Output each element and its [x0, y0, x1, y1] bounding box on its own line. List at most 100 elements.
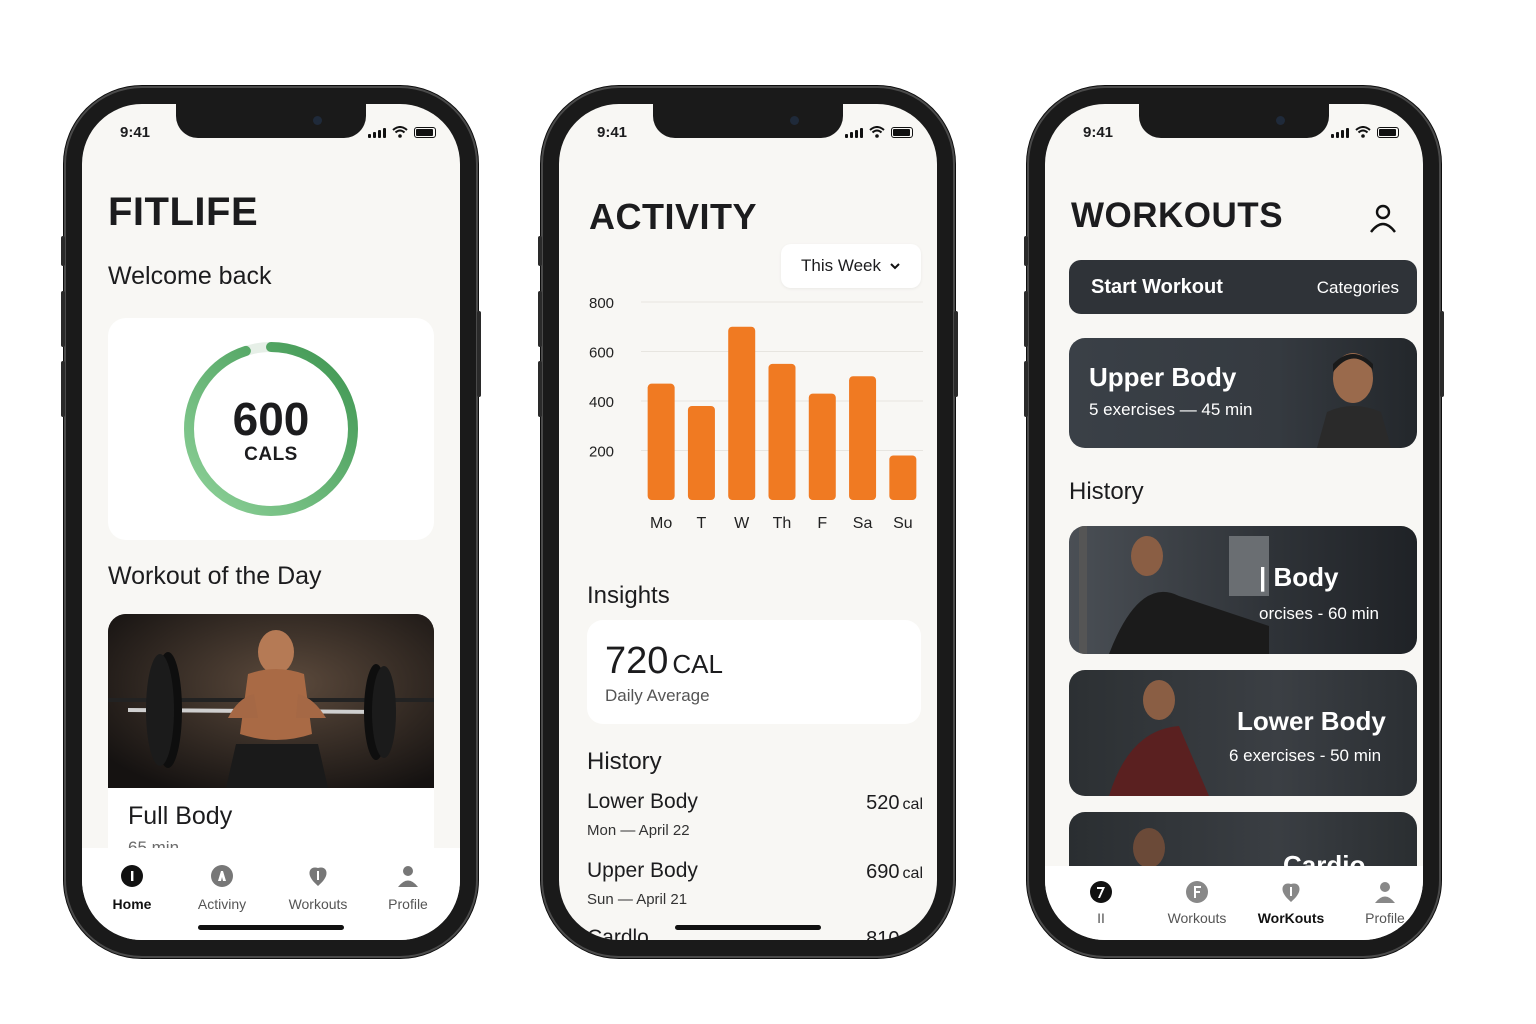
history-card[interactable]: | Body orcises - 60 min [1069, 526, 1417, 654]
history-card-subtitle: orcises - 60 min [1259, 604, 1379, 623]
tab-workouts[interactable]: Workouts [272, 864, 364, 912]
status-time: 9:41 [1083, 124, 1114, 141]
start-workout-button[interactable]: Start Workout [1091, 276, 1223, 299]
tab-home[interactable]: II [1055, 880, 1147, 926]
featured-workout-photo [1317, 353, 1391, 448]
history-card-subtitle: 6 exercises - 50 min [1229, 746, 1382, 765]
chart-xtick-label: Th [773, 515, 792, 532]
chart-bar-t[interactable] [687, 405, 715, 500]
tab-profile[interactable]: Profile [362, 864, 454, 912]
chart-xtick-label: Su [893, 515, 913, 532]
wod-photo [108, 614, 434, 788]
app-title: FITLIFE [108, 190, 259, 234]
featured-workout-card[interactable]: Upper Body 5 exercises — 45 min [1069, 338, 1417, 448]
welcome-text: Welcome back [108, 262, 272, 290]
workouts-icon [309, 867, 327, 886]
tab-profile[interactable]: Profile [1339, 880, 1423, 926]
tab-workouts-label: WorKouts [1257, 910, 1325, 926]
tab-activity-label: Activiny [197, 896, 247, 912]
chart-xtick-label: T [697, 515, 707, 532]
history-cal: 810 [866, 928, 900, 940]
tab-activity[interactable]: Activiny [176, 864, 268, 912]
tab-workouts-alt[interactable]: Workouts [1151, 880, 1243, 926]
history-row[interactable]: Lower Body Mon — April 22 520 cal [587, 790, 923, 839]
phone-workouts: 9:41 WORKOUTS Start Workout Categories U… [1024, 86, 1444, 958]
chart-xtick-label: Sa [853, 515, 873, 532]
tab-bar: II Workouts WorKouts Profile [1045, 866, 1423, 940]
battery-icon [1377, 127, 1399, 138]
chart-xtick-label: Mo [650, 515, 672, 532]
calories-value: 600 [232, 393, 310, 445]
range-select[interactable]: This Week [781, 244, 921, 288]
home-icon [121, 865, 143, 887]
history-cal-unit: cal [902, 796, 923, 813]
insight-label: Daily Average [605, 686, 710, 705]
profile-icon[interactable] [1367, 202, 1399, 234]
featured-workout-subtitle: 5 exercises — 45 min [1089, 400, 1253, 419]
battery-icon [891, 127, 913, 138]
workouts-icon [1282, 883, 1300, 902]
chart-bar-mo[interactable] [647, 383, 675, 500]
calories-unit: CALS [244, 444, 298, 465]
chart-ytick-label: 400 [589, 394, 614, 411]
history-row[interactable]: Upper Body Sun — April 21 690 cal [587, 859, 923, 908]
chart-bar-sa[interactable] [849, 376, 877, 500]
tab-profile-label: Profile [1365, 910, 1405, 926]
chevron-down-icon [890, 263, 900, 270]
tab-workouts[interactable]: WorKouts [1245, 880, 1337, 926]
notch [1139, 104, 1329, 138]
history-date: Mon — April 22 [587, 822, 690, 839]
activity-chart: 200 400 600 800 Mo T W Th F Sa Su [589, 295, 923, 532]
insight-unit: CAL [672, 649, 723, 679]
history-cal: 520 [866, 792, 900, 814]
tab-home-label: Home [112, 896, 152, 912]
signal-icon [368, 128, 386, 138]
chart-ytick-label: 600 [589, 345, 614, 362]
wod-name: Full Body [128, 802, 233, 830]
wod-heading: Workout of the Day [108, 562, 322, 590]
signal-icon [845, 128, 863, 138]
profile-icon [398, 866, 418, 887]
workouts-screen: 9:41 WORKOUTS Start Workout Categories U… [1045, 104, 1423, 940]
workouts-title: WORKOUTS [1071, 196, 1284, 235]
wod-card[interactable]: Full Body 65 min [108, 614, 434, 874]
battery-icon [414, 127, 436, 138]
history-heading: History [1069, 478, 1144, 505]
wifi-icon [392, 126, 408, 138]
history-card-title: Lower Body [1237, 706, 1386, 736]
activity-title: ACTIVITY [589, 196, 758, 237]
chart-bar-th[interactable] [768, 363, 796, 500]
history-cal-unit: cal [902, 865, 923, 882]
activity-icon [211, 865, 233, 887]
insights-heading: Insights [587, 582, 670, 609]
chart-ytick-label: 200 [589, 444, 614, 461]
activity-screen: 9:41 ACTIVITY This Week 200 400 600 800 Mo T W… [559, 104, 937, 940]
tab-home-label: II [1097, 910, 1105, 926]
chart-ytick-label: 800 [589, 295, 614, 312]
start-workout-bar[interactable]: Start Workout Categories [1069, 260, 1417, 314]
chart-bar-w[interactable] [728, 326, 756, 500]
featured-workout-title: Upper Body [1089, 362, 1237, 392]
profile-icon [1375, 882, 1395, 903]
wifi-icon [869, 126, 885, 138]
categories-button[interactable]: Categories [1317, 278, 1399, 298]
signal-icon [1331, 128, 1349, 138]
app-showcase: 9:41 FITLIFE Welcome back 600 CALS Worko… [0, 0, 1536, 1024]
wifi-icon [1355, 126, 1371, 138]
notch [653, 104, 843, 138]
phone-home: 9:41 FITLIFE Welcome back 600 CALS Worko… [61, 86, 481, 958]
chart-xtick-label: F [817, 515, 827, 532]
workouts-icon [1186, 881, 1208, 903]
tab-workouts-alt-label: Workouts [1167, 910, 1227, 926]
tab-home[interactable]: Home [86, 864, 178, 912]
calories-card[interactable]: 600 CALS [108, 318, 434, 540]
home-icon [1090, 881, 1112, 903]
history-card-title: | Body [1259, 562, 1339, 592]
tab-profile-label: Profile [388, 896, 428, 912]
chart-bar-su[interactable] [889, 455, 917, 500]
status-time: 9:41 [120, 124, 151, 141]
tab-workouts-label: Workouts [288, 896, 348, 912]
chart-xtick-label: W [734, 515, 750, 532]
history-card[interactable]: Lower Body 6 exercises - 50 min [1069, 670, 1417, 796]
chart-bar-f[interactable] [808, 393, 836, 500]
